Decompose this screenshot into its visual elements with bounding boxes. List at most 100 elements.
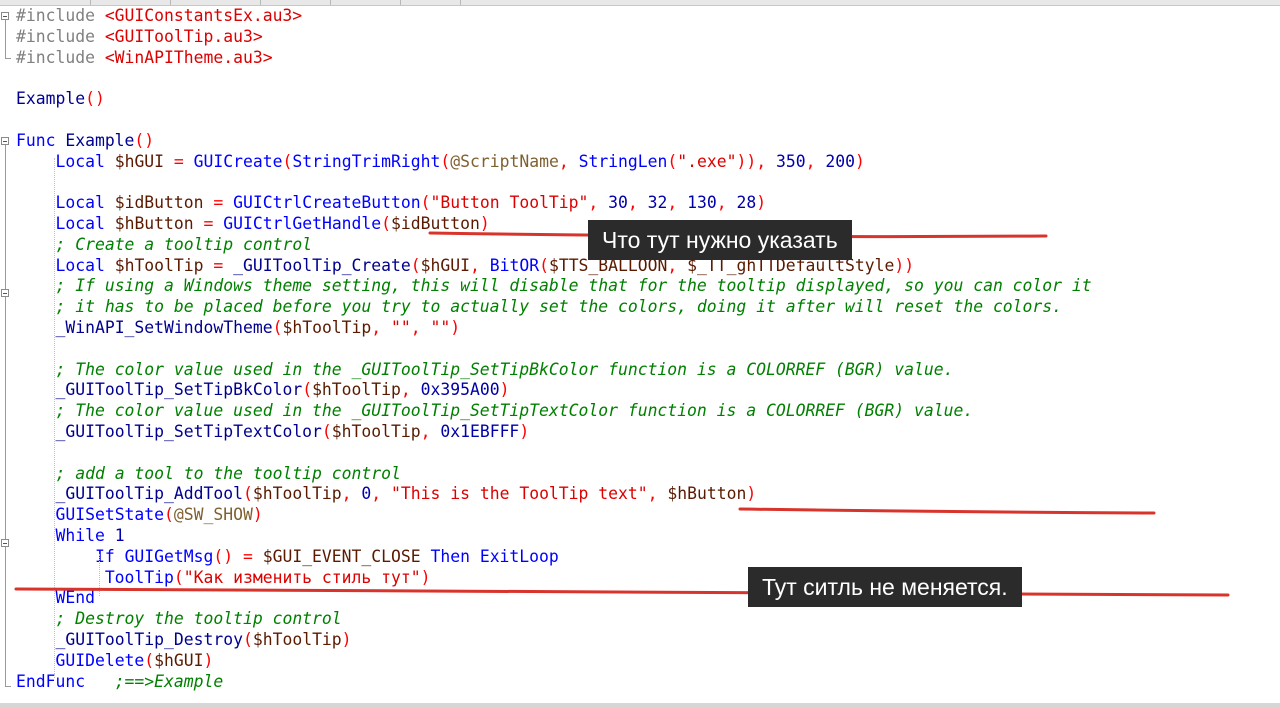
code-token: ( xyxy=(539,255,549,275)
code-token: ( xyxy=(173,567,184,587)
code-token: ; The color value used in the _GUIToolTi… xyxy=(55,401,974,421)
code-line[interactable]: #include <GUIToolTip.au3> xyxy=(16,27,1276,48)
code-token: $hButton xyxy=(667,484,747,504)
code-token: ( xyxy=(410,255,421,275)
code-line[interactable]: GUISetState(@SW_SHOW) xyxy=(16,505,1276,526)
code-token: () xyxy=(85,89,105,109)
code-token: _GUIToolTip_Create xyxy=(233,255,411,275)
code-token: , xyxy=(420,421,441,441)
indent-guide xyxy=(54,158,56,678)
code-token: , xyxy=(371,484,392,504)
fold-toggle-while[interactable] xyxy=(1,539,9,547)
code-token: GUIDelete xyxy=(55,650,145,670)
code-token: Local xyxy=(55,255,115,275)
code-line[interactable]: #include <WinAPITheme.au3> xyxy=(16,48,1276,69)
code-token: ) xyxy=(499,380,510,400)
code-line[interactable]: _GUIToolTip_Destroy($hToolTip) xyxy=(16,630,1276,651)
horizontal-scrollbar[interactable] xyxy=(0,703,1280,708)
code-line[interactable] xyxy=(16,68,1276,89)
annotation-callout-1: Что тут нужно указать xyxy=(588,220,852,260)
code-token: , xyxy=(756,151,776,171)
code-token: )) xyxy=(894,255,915,275)
code-line[interactable]: _GUIToolTip_AddTool($hToolTip, 0, "This … xyxy=(16,484,1276,505)
code-token: $hToolTip xyxy=(114,255,214,275)
code-token: @ScriptName xyxy=(450,151,559,171)
code-line[interactable]: _WinAPI_SetWindowTheme($hToolTip, "", ""… xyxy=(16,318,1276,339)
code-token: #include xyxy=(16,6,105,25)
code-line[interactable]: ; add a tool to the tooltip control xyxy=(16,464,1276,485)
code-token: EndFunc xyxy=(16,671,86,691)
code-token: ( xyxy=(440,151,451,171)
code-token: $hGUI xyxy=(114,151,174,171)
code-line[interactable] xyxy=(16,172,1276,193)
code-token: _GUIToolTip_AddTool xyxy=(55,484,243,504)
code-token: ( xyxy=(242,484,253,504)
code-token: , xyxy=(400,380,421,400)
code-token: ) xyxy=(420,567,431,587)
code-line[interactable]: While 1 xyxy=(16,526,1276,547)
code-token: While xyxy=(55,525,115,545)
fold-toggle-includes[interactable] xyxy=(1,12,9,20)
code-token: ( xyxy=(242,629,253,649)
code-line[interactable]: If GUIGetMsg() = $GUI_EVENT_CLOSE Then E… xyxy=(16,547,1276,568)
code-line[interactable]: Example() xyxy=(16,89,1276,110)
code-token: $idButton xyxy=(391,213,480,233)
code-token: , xyxy=(469,255,490,275)
code-line[interactable]: Local $hGUI = GUICreate(StringTrimRight(… xyxy=(16,152,1276,173)
code-line[interactable] xyxy=(16,443,1276,464)
code-token: = xyxy=(213,193,234,213)
code-token: 28 xyxy=(736,193,757,213)
code-line[interactable]: ; The color value used in the _GUIToolTi… xyxy=(16,401,1276,422)
code-line[interactable]: ; If using a Windows theme setting, this… xyxy=(16,276,1276,297)
code-token: ( xyxy=(381,213,392,233)
code-token: $GUI_EVENT_CLOSE xyxy=(262,546,431,566)
annotation-callout-2: Тут ситль не меняется. xyxy=(748,567,1022,607)
code-token: ( xyxy=(164,505,174,525)
code-line[interactable]: _GUIToolTip_SetTipBkColor($hToolTip, 0x3… xyxy=(16,380,1276,401)
code-token: "" xyxy=(391,317,411,337)
code-token: , xyxy=(647,484,668,504)
code-token: $hToolTip xyxy=(252,484,342,504)
code-line[interactable]: #include <GUIConstantsEx.au3> xyxy=(16,6,1276,27)
code-line[interactable]: GUIDelete($hGUI) xyxy=(16,651,1276,672)
code-token: "Как изменить стиль тут" xyxy=(183,567,421,587)
code-token: 130 xyxy=(687,193,717,213)
code-token: ( xyxy=(420,193,431,213)
tab-divider xyxy=(170,0,171,5)
code-line[interactable]: EndFunc ;==>Example xyxy=(16,672,1276,693)
code-token: )) xyxy=(736,151,757,171)
code-line[interactable]: Local $idButton = GUICtrlCreateButton("B… xyxy=(16,193,1276,214)
code-editor[interactable]: #include <GUIConstantsEx.au3> #include <G… xyxy=(16,6,1276,692)
code-line[interactable]: WEnd xyxy=(16,588,1276,609)
code-token: , xyxy=(558,151,579,171)
code-line[interactable] xyxy=(16,339,1276,360)
code-line[interactable]: _GUIToolTip_SetTipTextColor($hToolTip, 0… xyxy=(16,422,1276,443)
code-token: , xyxy=(627,193,648,213)
fold-toggle-comment[interactable] xyxy=(1,289,9,297)
code-line[interactable]: ; Destroy the tooltip control xyxy=(16,609,1276,630)
fold-toggle-func[interactable] xyxy=(1,137,9,145)
code-line[interactable]: ; it has to be placed before you try to … xyxy=(16,297,1276,318)
code-token: ; Destroy the tooltip control xyxy=(55,609,342,629)
code-line[interactable] xyxy=(16,110,1276,131)
code-line[interactable]: ToolTip("Как изменить стиль тут") xyxy=(16,568,1276,589)
code-token: "" xyxy=(430,317,451,337)
code-token: WEnd xyxy=(55,588,95,608)
code-token: $hGUI xyxy=(154,650,204,670)
code-line[interactable]: Func Example() xyxy=(16,131,1276,152)
code-token: ( xyxy=(282,151,293,171)
code-token: BitOR xyxy=(489,255,540,275)
code-line[interactable]: ; The color value used in the _GUIToolTi… xyxy=(16,360,1276,381)
code-token: ) xyxy=(479,213,490,233)
